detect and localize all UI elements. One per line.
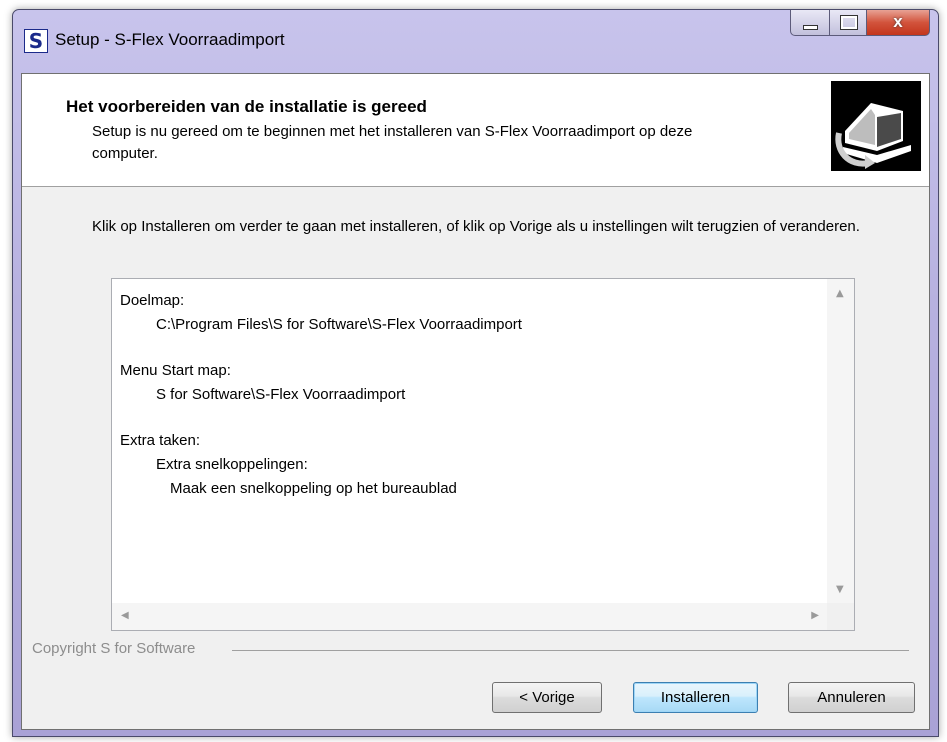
separator-line xyxy=(232,650,909,651)
ready-memo[interactable]: Doelmap: C:\Program Files\S for Software… xyxy=(111,278,855,631)
close-button[interactable]: x xyxy=(867,10,930,36)
app-icon: S xyxy=(24,29,48,53)
page-subtitle: Setup is nu gereed om te beginnen met he… xyxy=(92,123,693,162)
memo-tasks-item: Maak een snelkoppeling op het bureaublad xyxy=(170,480,457,497)
memo-dest-label: Doelmap: xyxy=(120,292,185,309)
memo-menu-label: Menu Start map: xyxy=(120,362,231,379)
dialog-client-area: Het voorbereiden van de installatie is g… xyxy=(21,73,930,730)
memo-dest-value: C:\Program Files\S for Software\S-Flex V… xyxy=(156,316,522,333)
minimize-button[interactable] xyxy=(790,10,830,36)
cancel-button[interactable]: Annuleren xyxy=(788,682,915,713)
scroll-up-icon[interactable]: ▲ xyxy=(836,288,844,299)
scroll-left-icon[interactable]: ◀ xyxy=(121,610,129,621)
install-button[interactable]: Installeren xyxy=(633,682,758,713)
back-button[interactable]: < Vorige xyxy=(492,682,602,713)
page-title: Het voorbereiden van de installatie is g… xyxy=(66,97,427,116)
memo-content: Doelmap: C:\Program Files\S for Software… xyxy=(120,289,522,501)
scrollbar-corner xyxy=(827,603,854,630)
scroll-right-icon[interactable]: ▶ xyxy=(811,610,819,621)
copyright-text: Copyright S for Software xyxy=(32,640,202,657)
scroll-down-icon[interactable]: ▼ xyxy=(836,584,844,595)
wizard-header: Het voorbereiden van de installatie is g… xyxy=(22,74,929,187)
caption-buttons: x xyxy=(790,10,930,40)
memo-tasks-label: Extra taken: xyxy=(120,432,201,449)
memo-tasks-sub-label: Extra snelkoppelingen: xyxy=(156,456,308,473)
copyright-separator: Copyright S for Software xyxy=(32,640,909,660)
vertical-scrollbar[interactable]: ▲ ▼ xyxy=(827,279,854,603)
setup-window: S Setup - S-Flex Voorraadimport x Het vo… xyxy=(12,9,939,737)
close-icon: x xyxy=(893,12,903,31)
instruction-text: Klik op Installeren om verder te gaan me… xyxy=(92,218,860,235)
computer-install-icon xyxy=(831,81,921,171)
horizontal-scrollbar[interactable]: ◀ ▶ xyxy=(112,603,827,630)
memo-menu-value: S for Software\S-Flex Voorraadimport xyxy=(156,386,406,403)
maximize-button[interactable] xyxy=(830,10,867,36)
title-bar[interactable]: S Setup - S-Flex Voorraadimport x xyxy=(13,10,938,70)
window-title: Setup - S-Flex Voorraadimport xyxy=(55,30,285,49)
